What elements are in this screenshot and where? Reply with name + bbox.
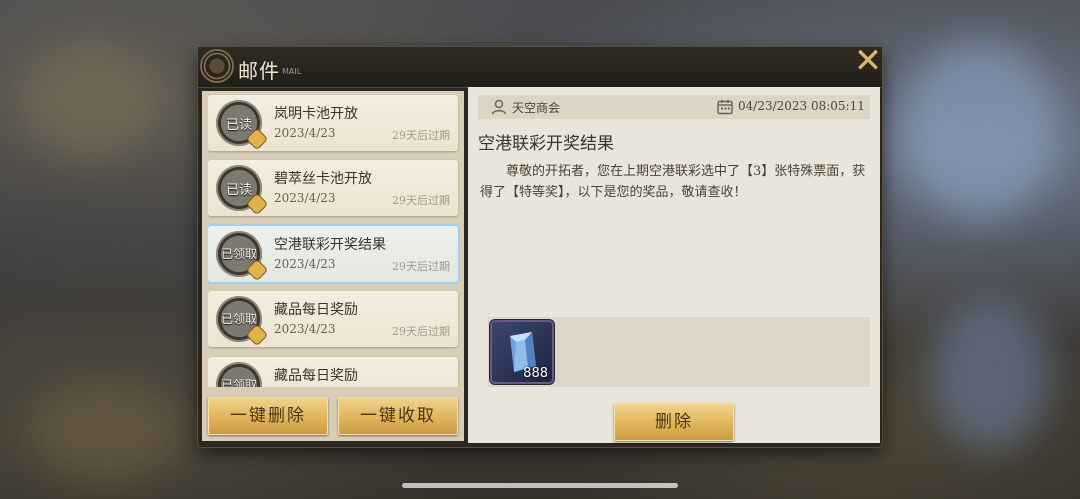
mail-date: 2023/4/23 — [274, 322, 336, 336]
mail-status-label: 已领取 — [220, 378, 257, 387]
dialog-subtitle: MAIL — [282, 67, 302, 76]
mail-date: 2023/4/23 — [274, 257, 336, 271]
mail-title: 碧萃丝卡池开放 — [274, 171, 372, 187]
dialog-titlebar: 邮件 MAIL ✕ — [198, 44, 884, 88]
sender-name: 天空商会 — [512, 101, 561, 115]
envelope-claimed-icon: 已领取 — [216, 362, 262, 387]
mail-emblem-icon — [202, 51, 232, 81]
mail-expire: 29天后过期 — [392, 194, 450, 207]
quill-icon — [247, 325, 267, 345]
mail-detail-title: 空港联彩开奖结果 — [478, 134, 614, 154]
mail-title: 藏品每日奖励 — [274, 368, 358, 384]
mail-meta-bar: 天空商会 04/23/2023 08:05:11 — [478, 95, 870, 119]
mail-list-panel: 已读 岚明卡池开放 2023/4/23 29天后过期 已读 碧萃丝卡池开放 20… — [202, 91, 464, 441]
mail-list-item[interactable]: 已读 碧萃丝卡池开放 2023/4/23 29天后过期 — [208, 160, 458, 216]
envelope-read-icon: 已读 — [216, 100, 267, 149]
mail-title: 藏品每日奖励 — [274, 302, 358, 318]
mail-expire: 29天后过期 — [392, 129, 450, 142]
close-icon[interactable]: ✕ — [852, 44, 884, 78]
mail-title: 岚明卡池开放 — [274, 106, 358, 122]
mail-status-label: 已领取 — [220, 247, 257, 261]
mail-list-item-selected[interactable]: 已领取 空港联彩开奖结果 2023/4/23 29天后过期 — [208, 226, 458, 282]
quill-icon — [247, 260, 267, 280]
mail-title: 空港联彩开奖结果 — [274, 237, 386, 253]
dialog-title: 邮件 — [238, 59, 280, 83]
envelope-read-icon: 已读 — [216, 165, 267, 214]
reward-count: 888 — [523, 366, 548, 381]
claim-all-button[interactable]: 一键收取 — [338, 397, 458, 435]
mail-list[interactable]: 已读 岚明卡池开放 2023/4/23 29天后过期 已读 碧萃丝卡池开放 20… — [208, 91, 460, 387]
background-blur — [30, 380, 180, 480]
mail-date: 2023/4/23 — [274, 126, 336, 140]
mail-detail-panel: 天空商会 04/23/2023 08:05:11 空港联彩开奖结果 尊敬的开拓者… — [468, 87, 880, 443]
mail-status-label: 已领取 — [220, 312, 257, 326]
reward-bar: 888 — [488, 317, 870, 387]
home-indicator[interactable] — [402, 483, 678, 488]
mail-list-item[interactable]: 已读 岚明卡池开放 2023/4/23 29天后过期 — [208, 95, 458, 151]
mail-timestamp: 04/23/2023 08:05:11 — [738, 99, 865, 113]
mail-body-text: 尊敬的开拓者，您在上期空港联彩选中了【3】张特殊票面，获得了【特等奖】，以下是您… — [480, 164, 866, 200]
mail-list-item[interactable]: 已领取 藏品每日奖励 — [208, 357, 458, 387]
mail-dialog: 邮件 MAIL ✕ 已读 岚明卡池开放 2023/4/23 29天后过期 已读 … — [198, 44, 884, 447]
mail-date: 2023/4/23 — [274, 191, 336, 205]
background-blur — [900, 40, 1060, 220]
background-blur — [930, 300, 1050, 450]
delete-all-button[interactable]: 一键删除 — [208, 397, 328, 435]
background-blur — [20, 40, 160, 160]
mail-expire: 29天后过期 — [392, 325, 450, 338]
calendar-icon — [717, 100, 733, 115]
delete-button[interactable]: 删除 — [614, 403, 734, 441]
mail-expire: 29天后过期 — [392, 260, 450, 273]
mail-list-item[interactable]: 已领取 藏品每日奖励 2023/4/23 29天后过期 — [208, 291, 458, 347]
envelope-claimed-icon: 已领取 — [216, 296, 267, 345]
envelope-claimed-icon: 已领取 — [216, 231, 267, 280]
reward-item[interactable]: 888 — [492, 322, 552, 382]
person-icon — [491, 99, 507, 115]
